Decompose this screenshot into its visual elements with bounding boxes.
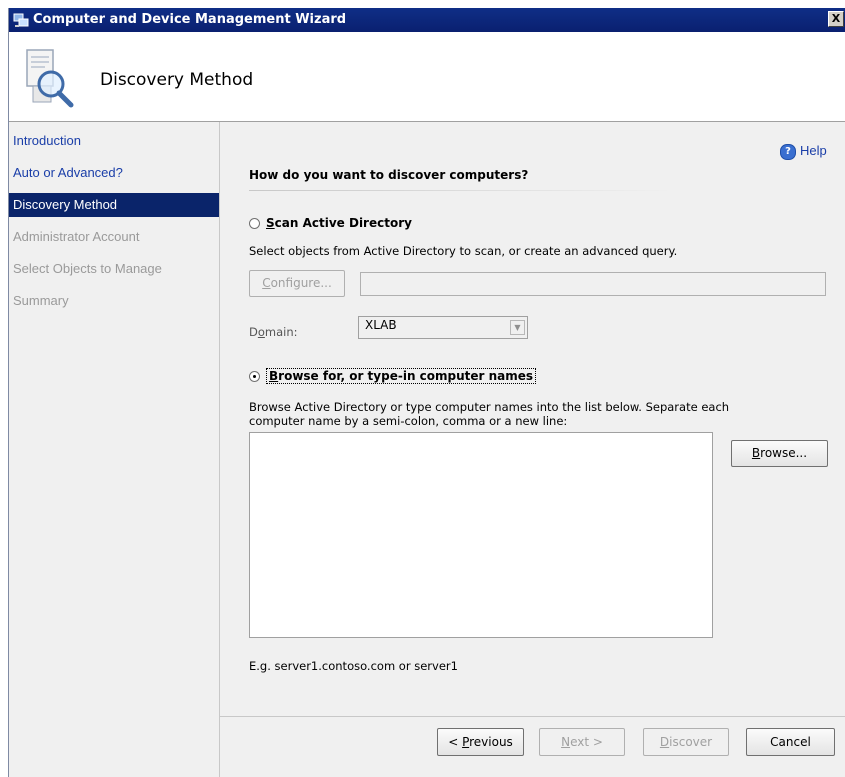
- previous-button[interactable]: < Previous: [437, 728, 524, 756]
- step-discovery-method[interactable]: Discovery Method: [9, 193, 219, 217]
- help-link[interactable]: ? Help: [780, 143, 827, 160]
- query-textbox: [360, 272, 826, 296]
- window-title: Computer and Device Management Wizard: [33, 12, 347, 27]
- page-title: Discovery Method: [100, 70, 254, 90]
- browse-label: Browse for, or type-in computer names: [266, 368, 537, 384]
- heading-divider: [249, 190, 673, 191]
- help-label: Help: [800, 143, 827, 158]
- step-introduction[interactable]: Introduction: [9, 129, 219, 153]
- wizard-header: Discovery Method: [9, 32, 845, 122]
- wizard-steps-sidebar: Introduction Auto or Advanced? Discovery…: [9, 122, 220, 777]
- configure-button: Configure...: [249, 270, 345, 297]
- domain-value: XLAB: [365, 318, 397, 332]
- browse-radio[interactable]: Browse for, or type-in computer names: [249, 368, 537, 384]
- computer-names-textarea[interactable]: [249, 432, 713, 638]
- browse-description-1: Browse Active Directory or type computer…: [249, 400, 730, 414]
- browse-description-2: computer name by a semi-colon, comma or …: [249, 414, 568, 428]
- title-bar[interactable]: Computer and Device Management Wizard X: [9, 8, 845, 32]
- magnifier-document-icon: [26, 49, 74, 108]
- footer-divider: [220, 716, 845, 717]
- scan-ad-radio[interactable]: Scan Active Directory: [249, 216, 412, 230]
- help-icon: ?: [780, 143, 796, 160]
- scan-ad-radio-circle[interactable]: [249, 217, 260, 229]
- scan-ad-description: Select objects from Active Directory to …: [249, 244, 678, 258]
- question-heading: How do you want to discover computers?: [249, 168, 529, 182]
- wizard-window: Computer and Device Management Wizard X …: [8, 8, 845, 777]
- browse-button[interactable]: Browse...: [731, 440, 828, 467]
- example-text: E.g. server1.contoso.com or server1: [249, 659, 458, 673]
- domain-select: XLAB ▼: [358, 316, 528, 339]
- scan-ad-label: Scan Active Directory: [266, 216, 412, 230]
- domain-label: Domain:: [249, 325, 298, 339]
- computer-network-icon: [13, 13, 29, 27]
- chevron-down-icon: ▼: [510, 320, 525, 335]
- close-button[interactable]: X: [828, 11, 844, 27]
- step-summary: Summary: [13, 293, 69, 308]
- step-select-objects: Select Objects to Manage: [13, 261, 162, 276]
- cancel-button[interactable]: Cancel: [746, 728, 835, 756]
- next-button: Next >: [539, 728, 625, 756]
- step-administrator-account: Administrator Account: [13, 229, 140, 244]
- browse-radio-circle[interactable]: [249, 370, 260, 382]
- discover-button: Discover: [643, 728, 729, 756]
- step-auto-or-advanced[interactable]: Auto or Advanced?: [9, 161, 219, 185]
